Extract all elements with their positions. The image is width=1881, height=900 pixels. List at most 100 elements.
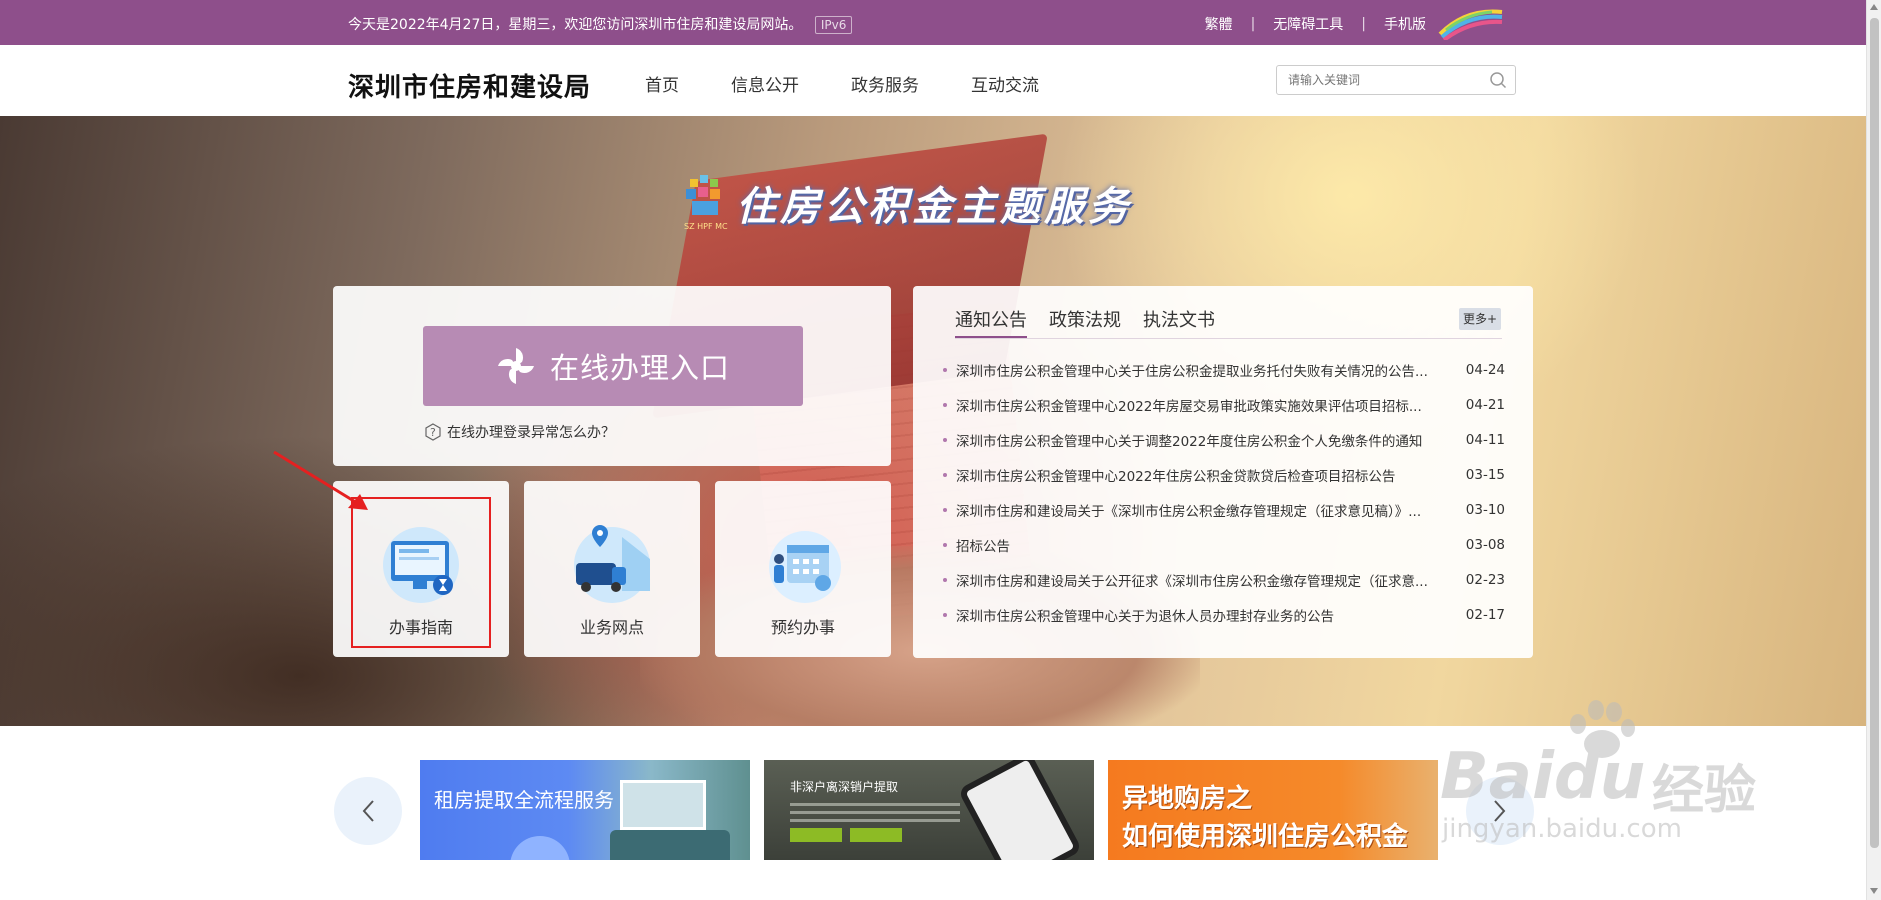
notice-panel: 通知公告 政策法规 执法文书 更多+ 深圳市住房公积金管理中心关于住房公积金提取… <box>913 286 1533 658</box>
bullet <box>943 507 947 512</box>
site-title: 深圳市住房和建设局 <box>348 73 592 103</box>
slide-tag <box>850 828 902 842</box>
online-service-label: 在线办理入口 <box>549 351 730 385</box>
carousel-prev-button[interactable] <box>334 777 402 845</box>
bullet <box>943 577 947 582</box>
bullet <box>943 472 947 477</box>
decor-circle <box>510 836 570 860</box>
nav-interaction[interactable]: 互动交流 <box>971 71 1039 96</box>
login-help-link[interactable]: ? 在线办理登录异常怎么办？ <box>423 422 615 442</box>
watermark-brand-part2: du <box>1553 740 1646 814</box>
slide-rent-withdrawal[interactable]: 租房提取全流程服务 <box>420 760 750 860</box>
more-button[interactable]: 更多+ <box>1459 308 1501 330</box>
nav-home[interactable]: 首页 <box>645 71 679 96</box>
nav-info-disclosure[interactable]: 信息公开 <box>731 71 799 96</box>
login-help-text: 在线办理登录异常怎么办？ <box>447 425 615 441</box>
news-title: 深圳市住房公积金管理中心关于调整2022年度住房公积金个人免缴条件的通知 <box>956 433 1423 450</box>
main-nav: 首页 信息公开 政务服务 互动交流 <box>645 71 1091 96</box>
chevron-left-icon <box>362 800 374 822</box>
card-service-outlets[interactable]: 业务网点 <box>524 481 700 657</box>
search-box <box>1276 65 1516 95</box>
online-service-button[interactable]: 在线办理入口 <box>423 326 803 406</box>
page-scrollbar[interactable] <box>1866 0 1881 900</box>
phone-image <box>957 760 1083 860</box>
search-icon[interactable] <box>1489 71 1507 89</box>
news-title: 深圳市住房公积金管理中心关于为退休人员办理封存业务的公告 <box>956 608 1334 625</box>
watermark-brand: Baidu <box>1440 740 1645 814</box>
watermark-cn: 经验 <box>1652 761 1757 821</box>
rainbow-logo-icon <box>1438 9 1503 40</box>
bullet <box>943 437 947 442</box>
news-date: 04-21 <box>1465 396 1505 413</box>
baidu-watermark: Baidu 经验 jingyan.baidu.com <box>1440 700 1780 850</box>
logo-text: SZ HPF MC <box>684 222 728 231</box>
watermark-url: jingyan.baidu.com <box>1442 814 1682 844</box>
list-item[interactable]: 深圳市住房公积金管理中心2022年房屋交易审批政策实施效果评估项目招标... 04… <box>943 387 1505 422</box>
notice-list: 深圳市住房公积金管理中心关于住房公积金提取业务托付失败有关情况的公告... 04-… <box>943 352 1505 632</box>
scroll-up-arrow[interactable] <box>1870 4 1878 10</box>
list-item[interactable]: 深圳市住房公积金管理中心关于住房公积金提取业务托付失败有关情况的公告... 04-… <box>943 352 1505 387</box>
online-service-panel: 在线办理入口 ? 在线办理登录异常怎么办？ <box>333 286 891 466</box>
news-title: 深圳市住房和建设局关于《深圳市住房公积金缴存管理规定（征求意见稿）》... <box>956 503 1422 520</box>
list-item[interactable]: 深圳市住房公积金管理中心关于为退休人员办理封存业务的公告 02-17 <box>943 597 1505 632</box>
ipv6-badge: IPv6 <box>814 16 853 34</box>
hero-banner: SZ HPF MC 住房公积金主题服务 在线办理入口 ? 在线办理登录异常怎么办… <box>0 116 1866 726</box>
news-date: 03-15 <box>1465 466 1505 483</box>
news-date: 04-24 <box>1465 361 1505 378</box>
housing-fund-logo-icon: SZ HPF MC <box>684 175 728 231</box>
nav-government-services[interactable]: 政务服务 <box>851 71 919 96</box>
news-date: 02-23 <box>1465 571 1505 588</box>
news-date: 02-17 <box>1465 606 1505 623</box>
slide-title-line2: 如何使用深圳住房公积金 <box>1122 822 1409 852</box>
news-date: 03-08 <box>1465 536 1505 553</box>
slide-remote-purchase[interactable]: 异地购房之 如何使用深圳住房公积金 <box>1108 760 1438 860</box>
news-title: 招标公告 <box>956 538 1010 555</box>
theme-title-text: 住房公积金主题服务 <box>736 184 1132 230</box>
slide-tag <box>790 828 842 842</box>
tab-policies[interactable]: 政策法规 <box>1049 306 1121 338</box>
search-input[interactable] <box>1286 66 1480 94</box>
card-label: 预约办事 <box>770 618 835 637</box>
slide-title-line1: 异地购房之 <box>1122 784 1253 814</box>
question-icon: ? <box>425 423 441 441</box>
bullet <box>943 612 947 617</box>
red-arrow-icon <box>273 450 368 510</box>
list-item[interactable]: 深圳市住房公积金管理中心关于调整2022年度住房公积金个人免缴条件的通知 04-1… <box>943 422 1505 457</box>
slide-text-lines <box>790 798 960 827</box>
theme-title: SZ HPF MC 住房公积金主题服务 <box>680 171 1132 235</box>
welcome-text: 今天是2022年4月27日，星期三，欢迎您访问深圳市住房和建设局网站。 IPv6 <box>348 14 853 34</box>
bullet <box>943 542 947 547</box>
list-item[interactable]: 深圳市住房公积金管理中心2022年住房公积金贷款贷后检查项目招标公告 03-15 <box>943 457 1505 492</box>
mobile-version-link[interactable]: 手机版 <box>1384 14 1426 34</box>
scroll-down-arrow[interactable] <box>1870 888 1878 894</box>
calendar-person-icon <box>769 531 841 603</box>
card-label: 业务网点 <box>579 618 644 637</box>
sofa-image <box>610 830 730 860</box>
traditional-chinese-link[interactable]: 繁體 <box>1205 14 1233 34</box>
watermark-brand-part1: Bai <box>1440 740 1554 814</box>
card-appointment[interactable]: 预约办事 <box>715 481 891 657</box>
room-window-image <box>620 780 706 830</box>
top-bar: 今天是2022年4月27日，星期三，欢迎您访问深圳市住房和建设局网站。 IPv6… <box>0 0 1866 45</box>
welcome-message: 今天是2022年4月27日，星期三，欢迎您访问深圳市住房和建设局网站。 <box>348 17 803 33</box>
tab-notices[interactable]: 通知公告 <box>955 306 1027 338</box>
list-item[interactable]: 深圳市住房和建设局关于《深圳市住房公积金缴存管理规定（征求意见稿）》... 03-… <box>943 492 1505 527</box>
scroll-thumb[interactable] <box>1870 18 1879 848</box>
news-date: 03-10 <box>1465 501 1505 518</box>
bullet <box>943 367 947 372</box>
separator: | <box>1361 16 1366 32</box>
site-header: 深圳市住房和建设局 首页 信息公开 政务服务 互动交流 <box>0 45 1866 117</box>
pinwheel-icon <box>497 348 534 384</box>
list-item[interactable]: 深圳市住房和建设局关于公开征求《深圳市住房公积金缴存管理规定（征求意... 02-… <box>943 562 1505 597</box>
list-item[interactable]: 招标公告 03-08 <box>943 527 1505 562</box>
slide-title: 租房提取全流程服务 <box>434 788 614 812</box>
accessibility-tools-link[interactable]: 无障碍工具 <box>1273 14 1343 34</box>
bullet <box>943 402 947 407</box>
news-title: 深圳市住房公积金管理中心2022年住房公积金贷款贷后检查项目招标公告 <box>956 468 1396 485</box>
slide-title: 非深户离深销户提取 <box>790 780 899 794</box>
news-title: 深圳市住房公积金管理中心关于住房公积金提取业务托付失败有关情况的公告... <box>956 363 1428 380</box>
tab-enforcement[interactable]: 执法文书 <box>1143 306 1215 338</box>
separator: | <box>1250 16 1256 32</box>
slide-non-shenzhen-withdrawal[interactable]: 非深户离深销户提取 <box>764 760 1094 860</box>
notice-tabs: 通知公告 政策法规 执法文书 <box>955 306 1502 339</box>
